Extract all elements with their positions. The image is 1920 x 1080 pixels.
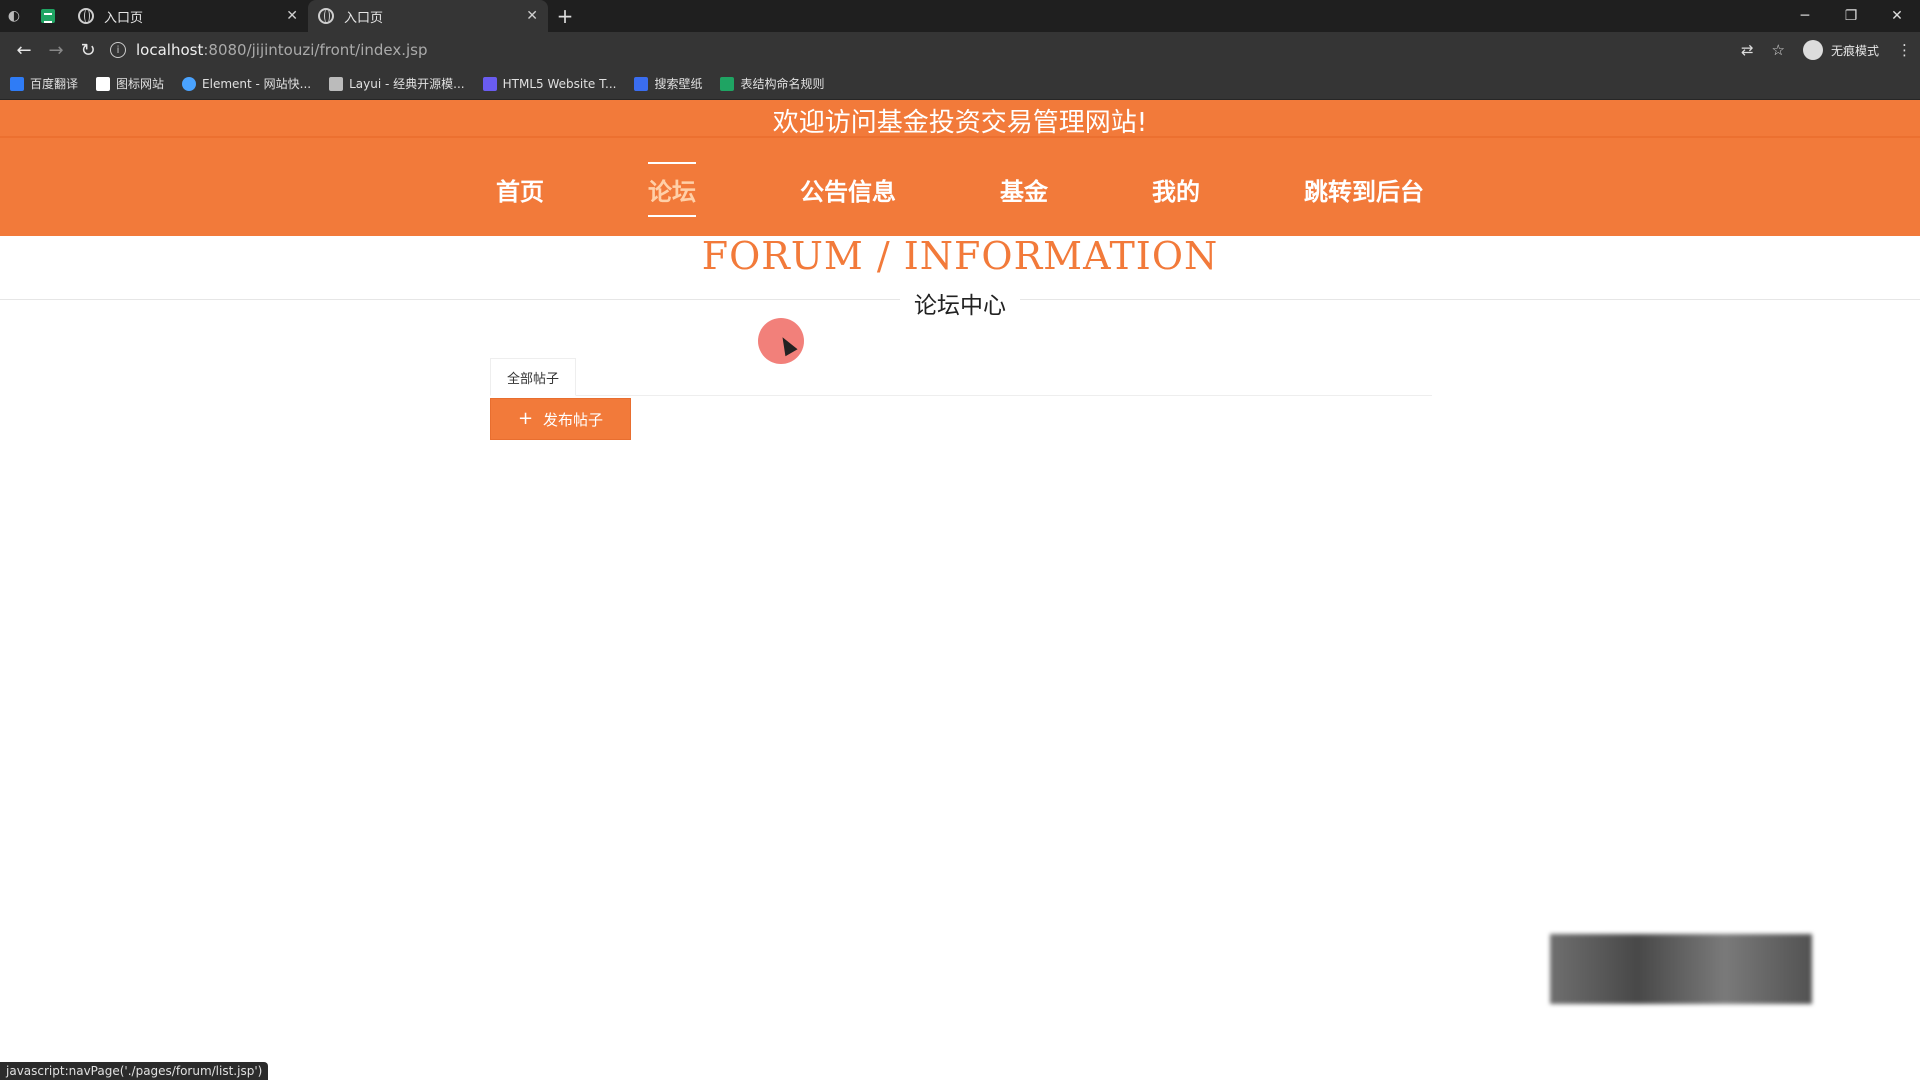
more-menu-icon[interactable]: ⋮ — [1897, 41, 1912, 59]
translate-bookmark-icon — [10, 76, 24, 91]
bookmarks-bar: 百度翻译 图标网站 Element - 网站快... Layui - 经典开源模… — [0, 68, 1920, 100]
element-icon — [182, 76, 197, 91]
nav-forum[interactable]: 论坛 — [648, 162, 696, 217]
publish-post-button[interactable]: + 发布帖子 — [490, 398, 631, 440]
forum-panel: 全部帖子 + 发布帖子 — [490, 358, 1432, 440]
profile-button[interactable]: 无痕模式 — [1802, 40, 1879, 60]
window-controls: ─ ❐ ✕ — [1782, 0, 1920, 32]
bookmark-item[interactable]: Element - 网站快... — [182, 75, 311, 92]
new-tab-button[interactable]: + — [548, 0, 582, 32]
sheets-icon — [720, 76, 735, 91]
profile-label: 无痕模式 — [1830, 43, 1879, 58]
url-host: localhost — [136, 41, 204, 59]
status-bar: javascript:navPage('./pages/forum/list.j… — [0, 1062, 269, 1080]
section-subtitle: 论坛中心 — [900, 286, 1020, 320]
section-subtitle-wrap: 论坛中心 — [0, 286, 1920, 320]
html5-icon — [482, 76, 497, 91]
wallpaper-icon — [634, 76, 649, 91]
bookmark-item[interactable]: 搜索壁纸 — [634, 75, 702, 92]
address-bar: ← → ↻ i localhost :8080/jijintouzi/front… — [0, 32, 1920, 68]
forum-tabs: 全部帖子 — [490, 358, 1432, 396]
tab-title: 入口页 — [104, 10, 144, 26]
tab-all-posts[interactable]: 全部帖子 — [490, 358, 577, 396]
bookmark-item[interactable]: 表结构命名规则 — [720, 75, 824, 92]
bookmark-item[interactable]: 图标网站 — [96, 75, 164, 92]
blurred-watermark — [1550, 934, 1812, 1004]
nav-announcements[interactable]: 公告信息 — [800, 162, 896, 217]
layui-icon — [329, 76, 344, 91]
sheets-icon — [41, 9, 55, 23]
url-path: :8080/jijintouzi/front/index.jsp — [203, 41, 428, 59]
bookmark-item[interactable]: Layui - 经典开源模... — [329, 75, 465, 92]
forward-button[interactable]: → — [40, 34, 72, 66]
translate-icon[interactable]: ⇄ — [1741, 41, 1754, 59]
reload-button[interactable]: ↻ — [72, 34, 104, 66]
globe-icon — [78, 8, 94, 24]
nav-mine[interactable]: 我的 — [1152, 162, 1200, 217]
incognito-icon — [1802, 40, 1823, 60]
star-icon[interactable]: ☆ — [1772, 41, 1785, 59]
welcome-banner: 欢迎访问基金投资交易管理网站! — [772, 108, 1148, 138]
web-page: 欢迎访问基金投资交易管理网站! 首页 论坛 公告信息 基金 我的 跳转到后台 F… — [0, 100, 1920, 1080]
section-title: FORUM / INFORMATION — [701, 234, 1219, 278]
tab-title: 入口页 — [344, 10, 384, 26]
globe-icon — [318, 8, 334, 24]
pinned-tab-sheets[interactable] — [28, 0, 68, 32]
header-divider — [0, 136, 1920, 138]
browser-tab-1[interactable]: 入口页 ✕ — [68, 0, 308, 32]
browser-tabbar: ◐ 入口页 ✕ 入口页 ✕ + ─ ❐ ✕ — [0, 0, 1920, 32]
close-icon[interactable]: ✕ — [526, 8, 538, 24]
site-header: 欢迎访问基金投资交易管理网站! 首页 论坛 公告信息 基金 我的 跳转到后台 — [0, 100, 1920, 236]
bookmark-item[interactable]: 百度翻译 — [10, 75, 78, 92]
close-window-icon[interactable]: ✕ — [1874, 0, 1920, 32]
restore-icon[interactable]: ❐ — [1828, 0, 1874, 32]
browser-tab-2[interactable]: 入口页 ✕ — [308, 0, 548, 32]
minimize-icon[interactable]: ─ — [1782, 0, 1828, 32]
nav-admin[interactable]: 跳转到后台 — [1304, 162, 1424, 217]
bookmark-item[interactable]: HTML5 Website T... — [482, 76, 616, 91]
info-icon[interactable]: i — [110, 42, 126, 58]
publish-label: 发布帖子 — [543, 410, 604, 429]
nav-home[interactable]: 首页 — [496, 162, 544, 217]
toolbar-right: ⇄ ☆ 无痕模式 ⋮ — [1741, 40, 1912, 60]
back-button[interactable]: ← — [8, 34, 40, 66]
url-input[interactable]: i localhost :8080/jijintouzi/front/index… — [110, 36, 1731, 64]
browser-menu-icon[interactable]: ◐ — [0, 0, 28, 32]
flag-icon — [96, 76, 111, 91]
plus-icon: + — [517, 408, 534, 429]
main-nav: 首页 论坛 公告信息 基金 我的 跳转到后台 — [0, 162, 1920, 217]
nav-funds[interactable]: 基金 — [1000, 162, 1048, 217]
close-icon[interactable]: ✕ — [286, 8, 298, 24]
